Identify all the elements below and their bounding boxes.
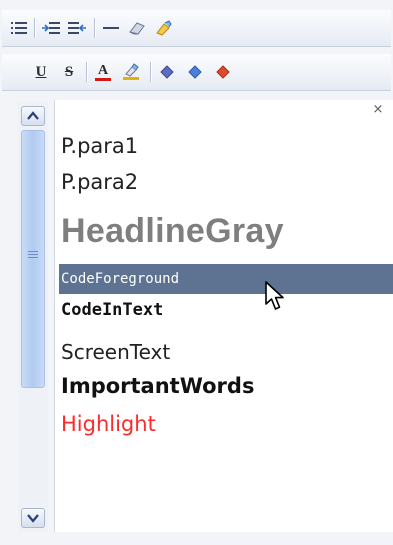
toolbar-separator	[86, 62, 88, 82]
scroll-up-button[interactable]	[21, 106, 45, 126]
chevron-up-icon	[27, 111, 39, 120]
eraser-icon	[129, 22, 145, 35]
toolbar-separator	[94, 18, 96, 38]
close-icon[interactable]: ×	[371, 103, 385, 117]
style-item-important-words[interactable]: ImportantWords	[61, 374, 393, 398]
indent-icon	[42, 22, 60, 34]
diamond-icon	[160, 65, 174, 79]
clean-format-button[interactable]	[152, 17, 174, 39]
style-item-highlight[interactable]: Highlight	[61, 412, 393, 436]
scroll-thumb[interactable]	[21, 130, 45, 388]
grip-icon	[28, 251, 38, 259]
style-panel-window: U S A × P.para1 P.para2 HeadlineGray Cod…	[0, 0, 393, 545]
style-item-code-foreground-selected[interactable]: CodeForeground	[59, 264, 393, 294]
list-button[interactable]	[8, 17, 30, 39]
style-item-screen-text[interactable]: ScreenText	[61, 340, 393, 364]
style-item-p-para1[interactable]: P.para1	[61, 134, 393, 158]
underline-icon: U	[35, 63, 47, 80]
horizontal-rule-icon	[103, 27, 119, 29]
toolbar-row-2: U S A	[2, 54, 391, 91]
highlight-color-button[interactable]	[120, 61, 142, 83]
toolbar-separator	[34, 18, 36, 38]
font-color-icon: A	[95, 62, 111, 81]
style-item-headline-gray[interactable]: HeadlineGray	[61, 212, 393, 251]
horizontal-rule-button[interactable]	[100, 17, 122, 39]
underline-button[interactable]: U	[30, 61, 52, 83]
style-button-2[interactable]	[184, 61, 206, 83]
toolbar-row-1	[2, 10, 391, 47]
scroll-down-button[interactable]	[21, 508, 45, 528]
clean-format-icon	[156, 20, 172, 36]
eraser-button[interactable]	[126, 17, 148, 39]
outdent-button[interactable]	[66, 17, 88, 39]
font-color-letter: A	[97, 62, 109, 78]
highlight-color-icon	[123, 63, 139, 80]
diamond-icon	[188, 65, 202, 79]
font-color-swatch	[95, 77, 111, 81]
style-item-p-para2[interactable]: P.para2	[61, 170, 393, 194]
outdent-icon	[68, 22, 86, 34]
chevron-down-icon	[27, 514, 39, 523]
list-icon	[11, 22, 27, 34]
vertical-scrollbar[interactable]	[18, 102, 48, 532]
style-button-1[interactable]	[156, 61, 178, 83]
font-color-button[interactable]: A	[92, 61, 114, 83]
strikethrough-icon: S	[64, 63, 74, 80]
styles-list-panel: × P.para1 P.para2 HeadlineGray CodeForeg…	[54, 100, 393, 532]
style-button-3[interactable]	[212, 61, 234, 83]
diamond-icon	[216, 65, 230, 79]
strikethrough-button[interactable]: S	[58, 61, 80, 83]
style-item-code-in-text[interactable]: CodeInText	[61, 300, 393, 320]
toolbar-separator	[150, 62, 152, 82]
indent-button[interactable]	[40, 17, 62, 39]
mouse-cursor-icon	[265, 281, 284, 310]
